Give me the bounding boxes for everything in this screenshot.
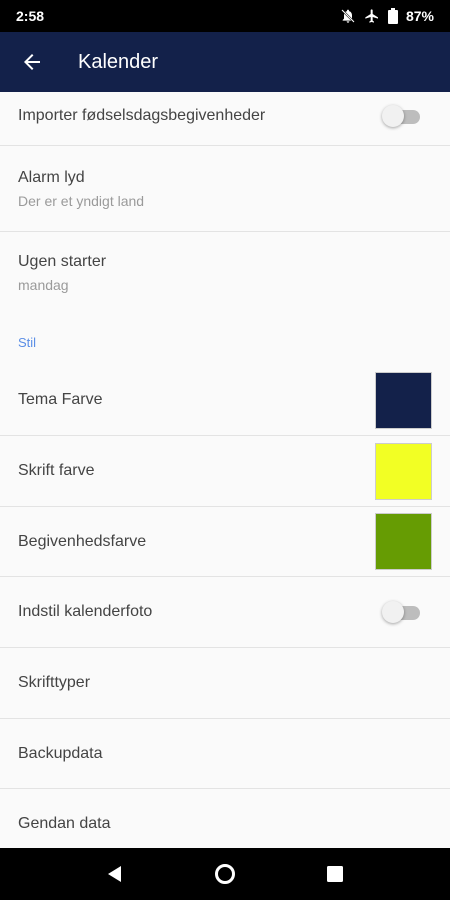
calendar-photo-toggle[interactable] [382, 601, 422, 623]
setting-title: Gendan data [18, 815, 111, 832]
setting-value: mandag [18, 277, 69, 293]
back-triangle-icon [108, 866, 121, 882]
toggle-thumb [382, 601, 404, 623]
setting-import-birthdays[interactable]: Importer fødselsdagsbegivenheder [0, 92, 450, 146]
setting-value: Der er et yndigt land [18, 192, 145, 209]
nav-home-button[interactable] [205, 854, 245, 894]
setting-title: Tema Farve [18, 391, 103, 408]
system-nav-bar [0, 848, 450, 900]
settings-list: Importer fødselsdagsbegivenheder Alarm l… [0, 92, 450, 848]
setting-theme-color[interactable]: Tema Farve [0, 365, 450, 436]
font-color-swatch[interactable] [375, 442, 432, 500]
setting-title: Indstil kalenderfoto [18, 603, 153, 620]
setting-alarm-sound[interactable]: Alarm lyd Der er et yndigt land [0, 146, 450, 232]
status-icons: 87% [340, 8, 434, 24]
notifications-off-icon [341, 9, 355, 23]
event-color-swatch[interactable] [375, 513, 432, 570]
status-time: 2:58 [16, 8, 45, 24]
page-title: Kalender [78, 50, 159, 73]
app-bar: Kalender [0, 32, 450, 92]
setting-restore[interactable]: Gendan data [0, 789, 450, 848]
import-birthdays-toggle[interactable] [382, 104, 422, 127]
recents-square-icon [327, 866, 343, 882]
setting-title: Begivenhedsfarve [18, 532, 147, 550]
setting-backup[interactable]: Backupdata [0, 719, 450, 789]
back-button[interactable] [0, 32, 64, 92]
setting-calendar-photo[interactable]: Indstil kalenderfoto [0, 577, 450, 648]
setting-title: Backupdata [18, 744, 103, 762]
nav-recents-button[interactable] [315, 854, 355, 894]
setting-week-start[interactable]: Ugen starter mandag [0, 232, 450, 314]
airplane-icon [365, 9, 378, 23]
setting-event-color[interactable]: Begivenhedsfarve [0, 507, 450, 577]
setting-title: Alarm lyd [18, 168, 85, 186]
setting-font-color[interactable]: Skrift farve [0, 436, 450, 507]
setting-fonts[interactable]: Skrifttyper [0, 648, 450, 719]
setting-title: Skrift farve [18, 462, 95, 479]
section-header-style: Stil [18, 335, 37, 350]
toggle-thumb [382, 104, 404, 127]
nav-back-button[interactable] [95, 854, 135, 894]
battery-icon [387, 8, 398, 24]
arrow-back-icon [24, 54, 40, 70]
setting-title: Importer fødselsdagsbegivenheder [18, 106, 266, 124]
setting-title: Ugen starter [18, 253, 107, 270]
status-bar: 2:58 87% [0, 0, 450, 32]
theme-color-swatch[interactable] [375, 371, 432, 429]
home-circle-icon [215, 864, 235, 884]
setting-title: Skrifttyper [18, 674, 91, 691]
battery-percentage: 87% [405, 8, 434, 24]
